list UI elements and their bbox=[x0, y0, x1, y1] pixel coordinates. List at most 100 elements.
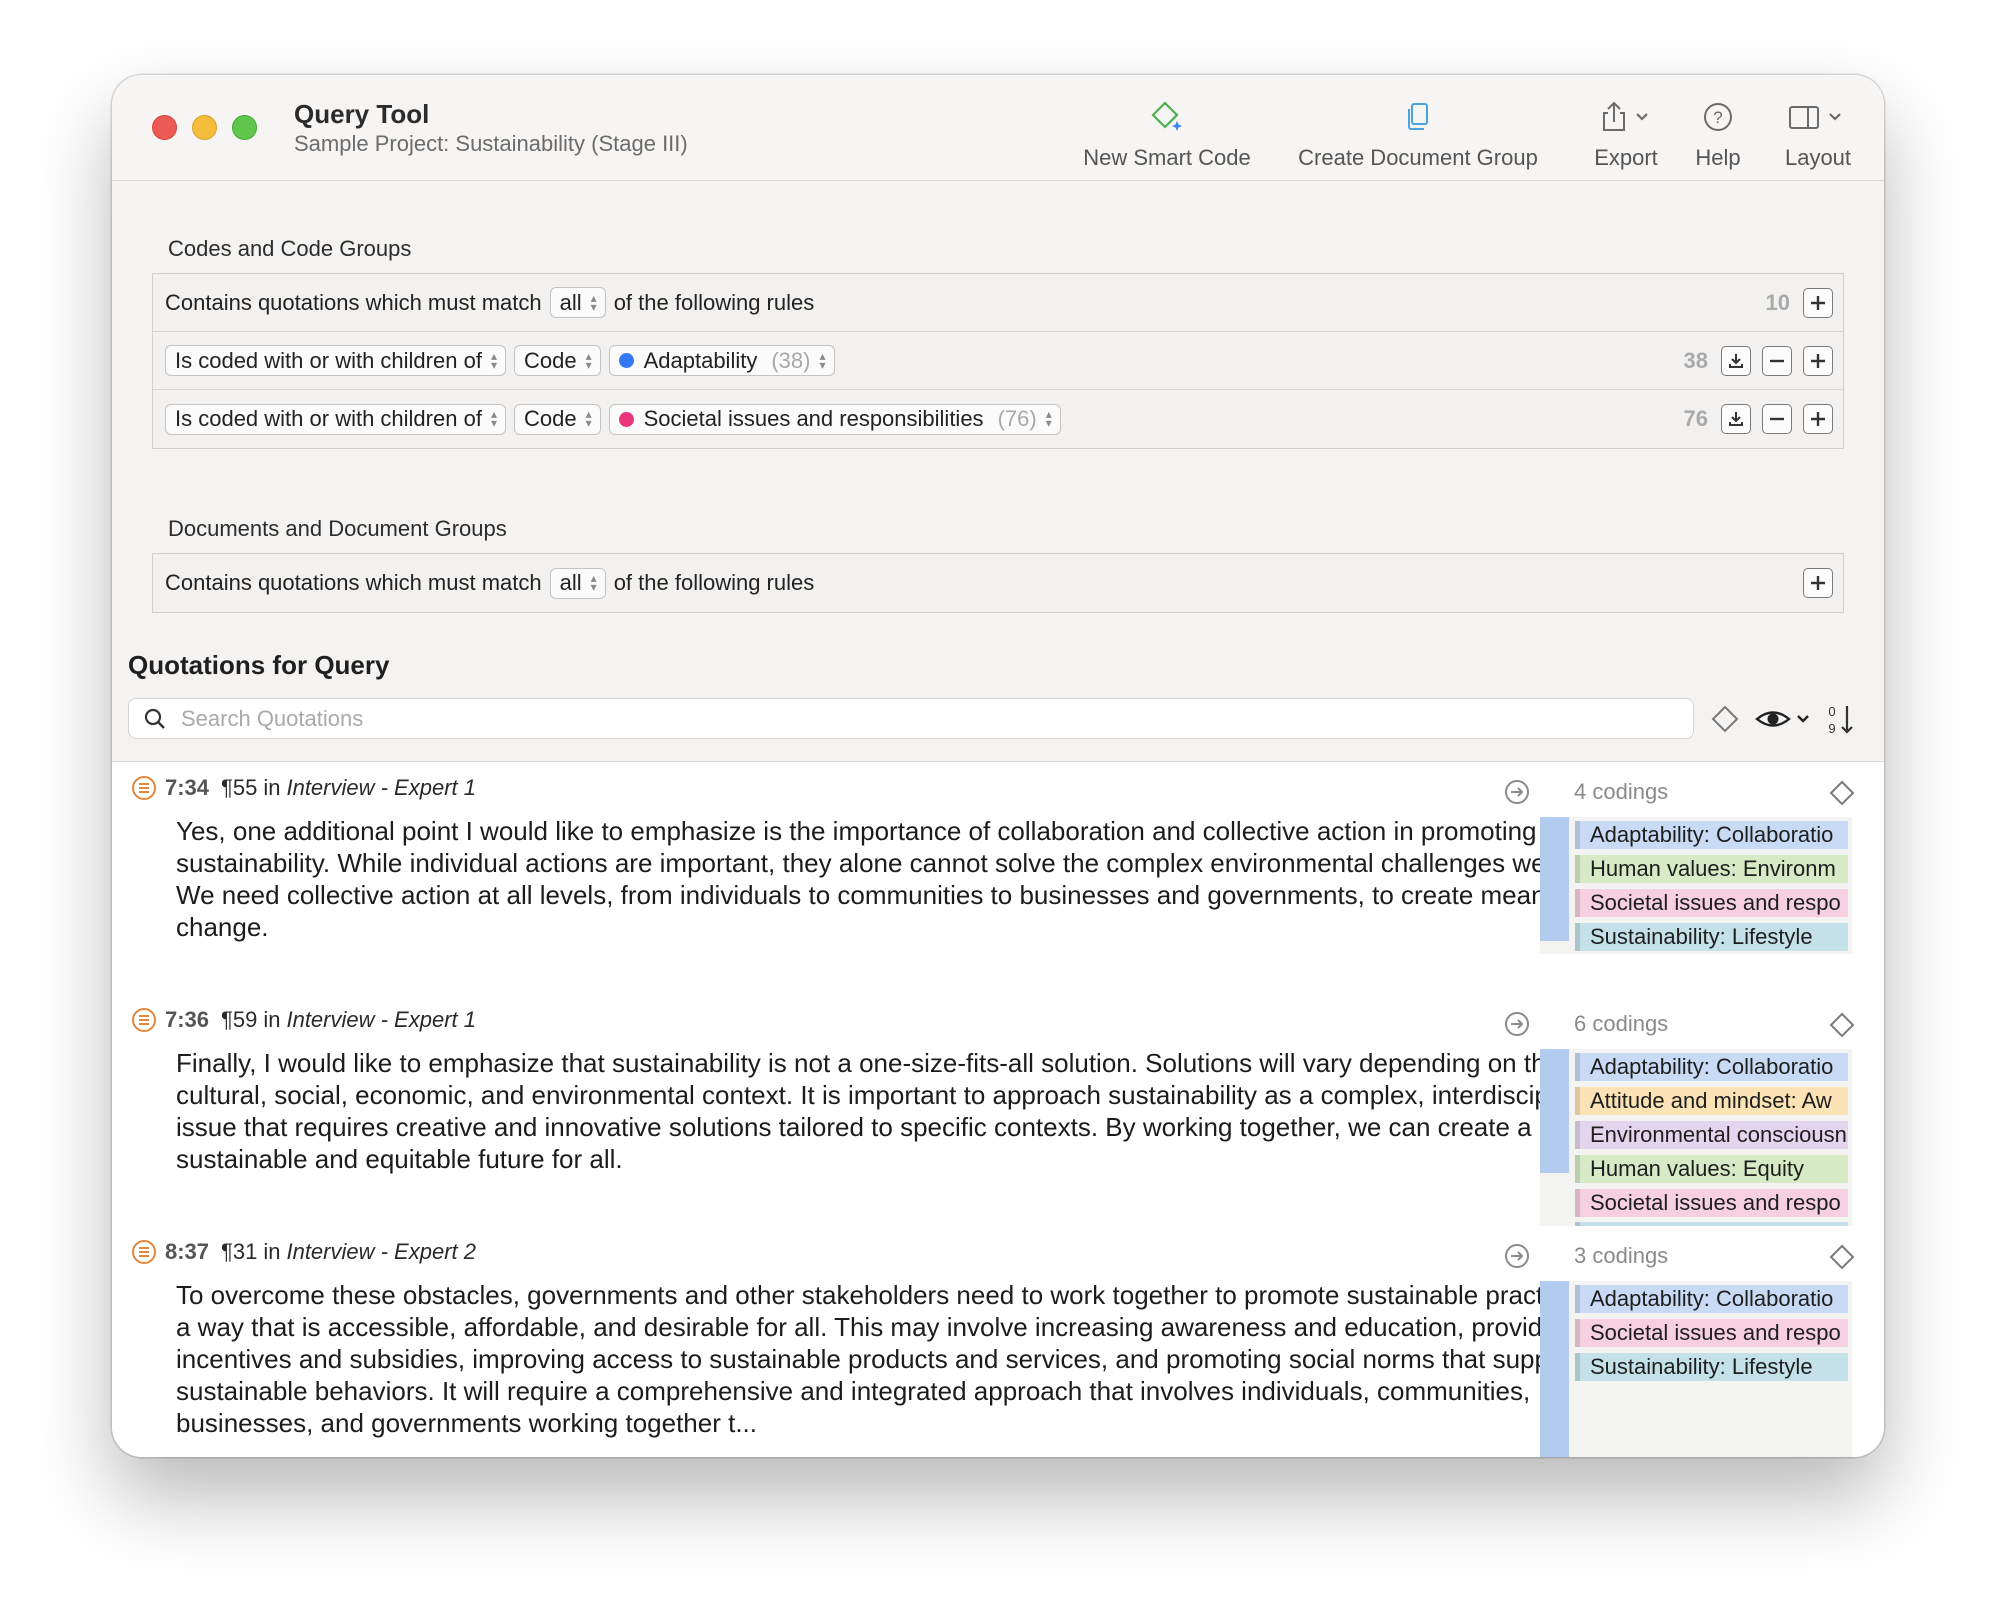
codings-count: 6 codings bbox=[1574, 1011, 1669, 1036]
quotation-list: 7:34 ¶55 in Interview - Expert 1 Yes, on… bbox=[112, 761, 1884, 1457]
document-rules-panel: Contains quotations which must match all… bbox=[152, 553, 1844, 613]
code-tag[interactable]: Adaptability: Collaboratio bbox=[1575, 821, 1848, 849]
documents-section-title: Documents and Document Groups bbox=[168, 516, 507, 541]
code-color-dot bbox=[618, 353, 634, 368]
code-tag[interactable]: Attitude and mindset: Aw bbox=[1575, 1087, 1848, 1115]
coding-margin-bar bbox=[1540, 1049, 1569, 1173]
project-name: Sample Project: Sustainability (Stage II… bbox=[294, 131, 688, 156]
code-match-row: Contains quotations which must match all… bbox=[153, 274, 1843, 332]
quotation-text: Yes, one additional point I would like t… bbox=[176, 816, 1610, 942]
code-tag[interactable]: Adaptability: Collaboratio bbox=[1575, 1053, 1848, 1081]
document-name[interactable]: Interview - Expert 1 bbox=[286, 1007, 476, 1033]
arrow-circle-icon bbox=[1505, 780, 1529, 804]
document-name[interactable]: Interview - Expert 1 bbox=[286, 775, 476, 801]
search-input[interactable] bbox=[181, 705, 1581, 732]
search-icon bbox=[144, 708, 165, 729]
add-coding-button[interactable] bbox=[1828, 779, 1856, 812]
download-button[interactable] bbox=[1721, 404, 1751, 434]
updown-chevron-icon: ▴ ▾ bbox=[1045, 407, 1052, 430]
add-rule-button[interactable] bbox=[1803, 568, 1833, 598]
create-document-group-button[interactable]: Create Document Group bbox=[1288, 95, 1548, 175]
download-button[interactable] bbox=[1721, 345, 1751, 376]
help-button[interactable]: ? Help bbox=[1682, 95, 1754, 175]
new-smart-code-button[interactable]: New Smart Code bbox=[1082, 95, 1252, 175]
quotation-icon bbox=[132, 1008, 156, 1032]
code-filter-button[interactable] bbox=[1710, 698, 1740, 739]
go-to-quotation-button[interactable] bbox=[1504, 1243, 1530, 1274]
quotations-title: Quotations for Query bbox=[128, 650, 390, 680]
sort-button[interactable]: 09 bbox=[1826, 698, 1856, 739]
remove-rule-button[interactable] bbox=[1762, 404, 1792, 434]
code-tag[interactable]: Human values: Equity bbox=[1575, 1155, 1848, 1183]
add-rule-button[interactable] bbox=[1803, 404, 1833, 434]
match-suffix-text: of the following rules bbox=[613, 570, 815, 595]
match-mode-popup[interactable]: all ▴ ▾ bbox=[549, 567, 606, 599]
sort-icon: 09 bbox=[1828, 704, 1853, 736]
code-tag[interactable]: Societal issues and respo bbox=[1575, 889, 1848, 917]
condition-popup[interactable]: Is coded with or with children of ▴ ▾ bbox=[165, 345, 506, 376]
title-bar: Query Tool Sample Project: Sustainabilit… bbox=[112, 75, 1884, 181]
document-name[interactable]: Interview - Expert 2 bbox=[286, 1239, 476, 1265]
match-prefix-text: Contains quotations which must match bbox=[165, 289, 542, 315]
code-popup[interactable]: Adaptability (38) ▴ ▾ bbox=[608, 345, 835, 376]
remove-rule-button[interactable] bbox=[1762, 345, 1792, 376]
code-popup[interactable]: Societal issues and responsibilities (76)… bbox=[608, 403, 1061, 435]
layout-button[interactable]: Layout bbox=[1772, 95, 1864, 175]
quotation-item[interactable]: 8:37 ¶31 in Interview - Expert 2 To over… bbox=[112, 1226, 1884, 1457]
quotation-item[interactable]: 7:36 ¶59 in Interview - Expert 1 Finally… bbox=[112, 994, 1884, 1226]
add-rule-button[interactable] bbox=[1803, 287, 1833, 318]
add-coding-button[interactable] bbox=[1828, 1011, 1856, 1044]
download-icon bbox=[1729, 412, 1743, 426]
updown-chevron-icon: ▴ ▾ bbox=[490, 348, 497, 372]
match-suffix-text: of the following rules bbox=[613, 289, 815, 315]
quotation-item[interactable]: 7:34 ¶55 in Interview - Expert 1 Yes, on… bbox=[112, 762, 1884, 994]
arrow-circle-icon bbox=[1505, 1012, 1529, 1036]
coding-margin-bar bbox=[1540, 817, 1569, 941]
result-count: 76 bbox=[1683, 406, 1708, 431]
match-prefix-text: Contains quotations which must match bbox=[165, 570, 542, 595]
codings-count: 3 codings bbox=[1574, 1243, 1669, 1268]
paragraph-ref: ¶55 bbox=[221, 775, 258, 800]
view-options-button[interactable] bbox=[1754, 698, 1814, 739]
in-text: in bbox=[263, 1239, 281, 1264]
code-tag[interactable]: Environmental consciousn bbox=[1575, 1121, 1848, 1149]
quotation-meta: 7:36 ¶59 in Interview - Expert 1 bbox=[132, 1007, 476, 1033]
codings-count: 4 codings bbox=[1574, 779, 1669, 804]
add-coding-button[interactable] bbox=[1828, 1243, 1856, 1276]
entity-type-popup[interactable]: Code ▴ ▾ bbox=[513, 345, 601, 376]
condition-popup[interactable]: Is coded with or with children of ▴ ▾ bbox=[165, 403, 506, 435]
updown-chevron-icon: ▴ ▾ bbox=[585, 407, 592, 430]
code-tag[interactable]: Human values: Environm bbox=[1575, 855, 1848, 883]
go-to-quotation-button[interactable] bbox=[1504, 1011, 1530, 1042]
match-mode-popup[interactable]: all ▴ ▾ bbox=[549, 287, 606, 318]
code-tag[interactable]: Societal issues and respo bbox=[1575, 1189, 1848, 1217]
document-match-row: Contains quotations which must match all… bbox=[153, 554, 1843, 612]
code-rule-row: Is coded with or with children of ▴ ▾ Code… bbox=[153, 390, 1843, 448]
close-window-button[interactable] bbox=[152, 115, 177, 140]
arrow-circle-icon bbox=[1505, 1244, 1529, 1268]
quotation-meta: 7:34 ¶55 in Interview - Expert 1 bbox=[132, 775, 476, 801]
go-to-quotation-button[interactable] bbox=[1504, 779, 1530, 810]
plus-icon bbox=[1811, 295, 1825, 310]
search-field[interactable] bbox=[128, 698, 1694, 739]
zoom-window-button[interactable] bbox=[232, 115, 257, 140]
quotation-text: To overcome these obstacles, governments… bbox=[176, 1280, 1617, 1438]
coding-margin-bar bbox=[1540, 1281, 1569, 1457]
new-smart-code-label: New Smart Code bbox=[1083, 145, 1251, 170]
code-tag[interactable]: Sustainability: Lifestyle bbox=[1575, 923, 1848, 951]
quotation-meta: 8:37 ¶31 in Interview - Expert 2 bbox=[132, 1239, 476, 1265]
code-tag[interactable]: Adaptability: Collaboratio bbox=[1575, 1285, 1848, 1313]
quotation-icon bbox=[132, 1240, 156, 1264]
svg-text:?: ? bbox=[1713, 108, 1722, 127]
export-button[interactable]: Export bbox=[1580, 95, 1672, 175]
entity-type-popup[interactable]: Code ▴ ▾ bbox=[513, 403, 601, 435]
sidebar-layout-icon bbox=[1772, 95, 1864, 139]
updown-chevron-icon: ▴ ▾ bbox=[590, 290, 597, 314]
code-tag[interactable]: Societal issues and respo bbox=[1575, 1319, 1848, 1347]
minimize-window-button[interactable] bbox=[192, 115, 217, 140]
updown-chevron-icon: ▴ ▾ bbox=[590, 571, 597, 594]
quotation-id: 8:37 bbox=[165, 1239, 210, 1264]
add-rule-button[interactable] bbox=[1803, 345, 1833, 376]
code-tag[interactable]: Sustainability: Lifestyle bbox=[1575, 1353, 1848, 1381]
updown-chevron-icon: ▴ ▾ bbox=[819, 348, 826, 372]
